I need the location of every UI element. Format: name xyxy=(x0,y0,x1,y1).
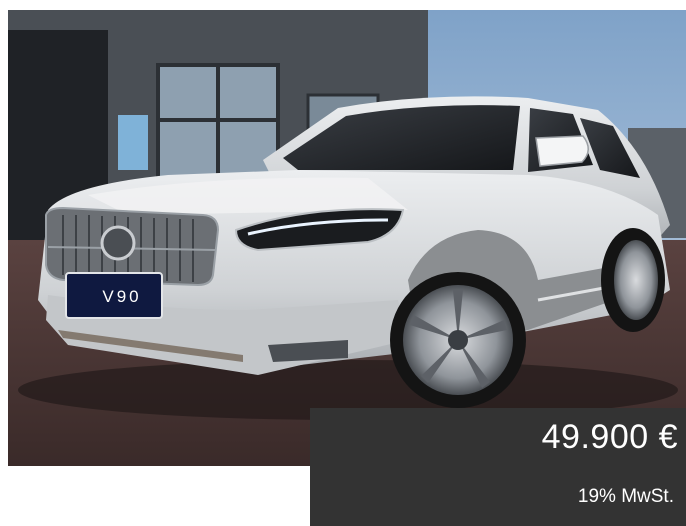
price-label: 49.900 € xyxy=(541,418,678,456)
vehicle-illustration xyxy=(8,10,686,466)
vehicle-photo[interactable]: V90 xyxy=(8,10,686,466)
vat-note: 19% MwSt. xyxy=(577,486,674,507)
license-plate-text: V90 xyxy=(102,287,142,306)
price-panel: 49.900 € 19% MwSt. xyxy=(310,408,686,526)
